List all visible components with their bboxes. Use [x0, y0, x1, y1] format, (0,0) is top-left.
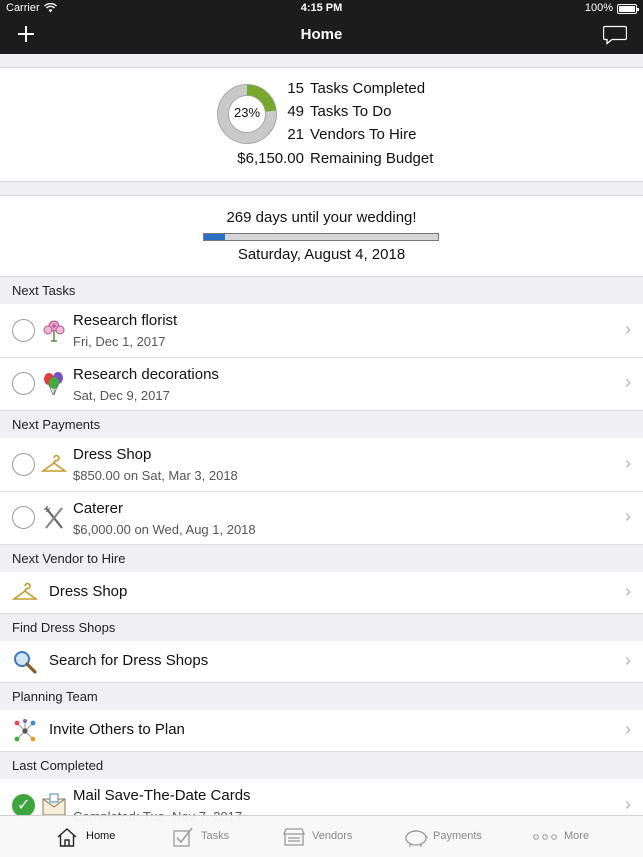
flower-icon	[43, 320, 65, 342]
house-icon	[57, 828, 77, 847]
task-row[interactable]: Research decorations Sat, Dec 9, 2017 ›	[0, 358, 643, 411]
stat-label: Tasks To Do	[310, 103, 392, 120]
search-shops-title: Search for Dress Shops	[49, 652, 209, 669]
stat-label: Tasks Completed	[310, 80, 426, 97]
stat-tasks-completed: 15 Tasks Completed	[225, 80, 425, 97]
task-date: Sat, Dec 9, 2017	[73, 388, 170, 403]
chevron-right-icon: ›	[625, 650, 631, 670]
stat-vendors-to-hire: 21 Vendors To Hire	[225, 126, 416, 143]
task-row[interactable]: Research florist Fri, Dec 1, 2017 ›	[0, 304, 643, 358]
stat-value: 15	[287, 80, 304, 97]
stat-label: Vendors To Hire	[310, 126, 417, 143]
page-title: Home	[300, 26, 343, 43]
vendor-title: Dress Shop	[49, 583, 128, 600]
search-shops-row[interactable]: Search for Dress Shops ›	[0, 641, 643, 683]
section-header-find-shops: Find Dress Shops	[0, 614, 643, 641]
tab-vendors[interactable]: Vendors	[283, 816, 363, 857]
payment-detail: $850.00 on Sat, Mar 3, 2018	[73, 468, 238, 483]
chevron-right-icon: ›	[625, 372, 631, 392]
task-title: Research florist	[73, 312, 178, 329]
navigation-bar: Home	[0, 18, 643, 54]
chevron-right-icon: ›	[625, 319, 631, 339]
clock-time: 4:15 PM	[300, 2, 343, 14]
task-checkbox[interactable]	[12, 372, 35, 395]
battery-icon	[617, 4, 639, 14]
payment-checkbox[interactable]	[12, 506, 35, 529]
task-title: Research decorations	[73, 366, 219, 383]
invite-row[interactable]: Invite Others to Plan ›	[0, 710, 643, 752]
vendor-row[interactable]: Dress Shop ›	[0, 572, 643, 614]
balloons-icon	[44, 372, 63, 396]
chat-bubble-icon[interactable]	[603, 25, 627, 45]
tab-bar: Home Tasks Vendors Payments More	[0, 815, 643, 857]
days-until-wedding: 269 days until your wedding!	[226, 209, 417, 226]
section-header-next-payments: Next Payments	[0, 411, 643, 438]
network-icon	[14, 719, 36, 742]
payment-row[interactable]: Caterer $6,000.00 on Wed, Aug 1, 2018 ›	[0, 492, 643, 545]
payment-checkbox[interactable]	[12, 453, 35, 476]
fork-knife-icon	[43, 505, 63, 529]
countdown-progress-fill	[204, 234, 226, 240]
hanger-icon	[41, 454, 67, 472]
wedding-date: Saturday, August 4, 2018	[237, 246, 406, 263]
stat-value: $6,150.00	[237, 150, 304, 167]
payment-detail: $6,000.00 on Wed, Aug 1, 2018	[73, 522, 256, 537]
tab-payments[interactable]: Payments	[403, 816, 493, 857]
more-dots-icon	[533, 834, 557, 840]
checkbox-icon	[173, 827, 193, 847]
payment-title: Caterer	[73, 500, 124, 517]
tab-tasks[interactable]: Tasks	[172, 816, 242, 857]
countdown-progress-bar	[203, 233, 439, 241]
stat-label: Remaining Budget	[310, 150, 434, 167]
chevron-right-icon: ›	[625, 794, 631, 814]
invite-title: Invite Others to Plan	[49, 721, 185, 738]
countdown-card[interactable]: 269 days until your wedding! Saturday, A…	[0, 195, 643, 277]
chevron-right-icon: ›	[625, 453, 631, 473]
summary-card[interactable]: 23% 15 Tasks Completed 49 Tasks To Do 21 Ve…	[0, 67, 643, 182]
shop-icon	[283, 828, 305, 846]
tab-label: Vendors	[312, 830, 353, 842]
completed-task-title: Mail Save-The-Date Cards	[73, 787, 251, 804]
tab-label: Tasks	[201, 830, 230, 842]
piggy-bank-icon	[405, 830, 428, 847]
stat-tasks-todo: 49 Tasks To Do	[225, 103, 391, 120]
status-bar: Carrier 4:15 PM 100%	[0, 0, 643, 18]
chevron-right-icon: ›	[625, 581, 631, 601]
battery-percent: 100%	[584, 2, 613, 14]
completed-checkbox[interactable]	[12, 794, 35, 817]
tab-label: Payments	[433, 830, 482, 842]
section-header-next-vendor: Next Vendor to Hire	[0, 545, 643, 572]
section-header-last-completed: Last Completed	[0, 752, 643, 779]
stat-value: 49	[287, 103, 304, 120]
hanger-icon	[12, 582, 38, 600]
payment-title: Dress Shop	[73, 446, 152, 463]
task-checkbox[interactable]	[12, 319, 35, 342]
chevron-right-icon: ›	[625, 506, 631, 526]
task-date: Fri, Dec 1, 2017	[73, 334, 166, 349]
tab-label: Home	[86, 830, 116, 842]
tab-label: More	[564, 830, 590, 842]
section-header-next-tasks: Next Tasks	[0, 277, 643, 304]
tab-home[interactable]: Home	[56, 816, 126, 857]
magnifier-icon	[14, 651, 37, 674]
payment-row[interactable]: Dress Shop $850.00 on Sat, Mar 3, 2018 ›	[0, 438, 643, 492]
tab-more[interactable]: More	[532, 816, 602, 857]
section-header-planning-team: Planning Team	[0, 683, 643, 710]
stat-remaining-budget: $6,150.00 Remaining Budget	[225, 150, 433, 167]
chevron-right-icon: ›	[625, 719, 631, 739]
stat-value: 21	[287, 126, 304, 143]
